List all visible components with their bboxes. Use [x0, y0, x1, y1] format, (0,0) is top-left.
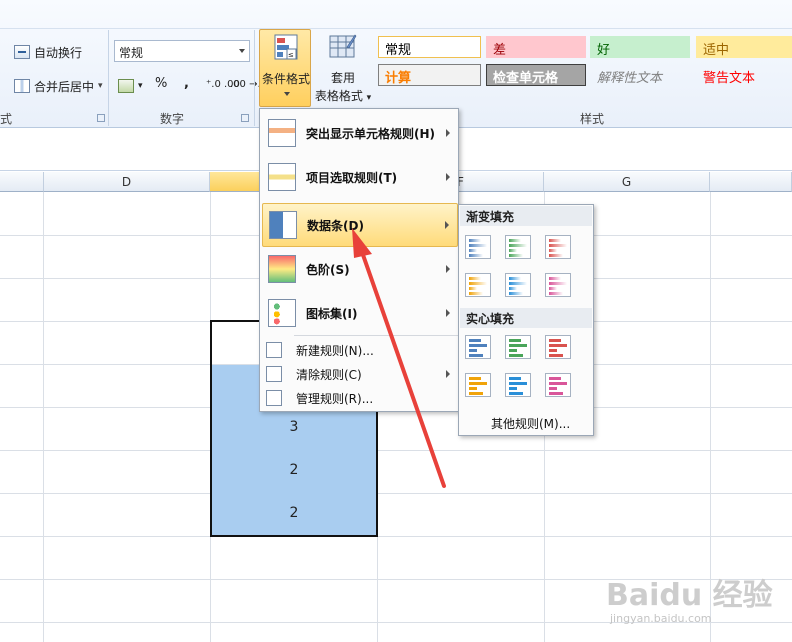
baidu-watermark-url: jingyan.baidu.com — [610, 612, 712, 625]
annotation-arrow — [352, 228, 446, 488]
baidu-watermark: Baidu 经验 — [606, 578, 773, 613]
